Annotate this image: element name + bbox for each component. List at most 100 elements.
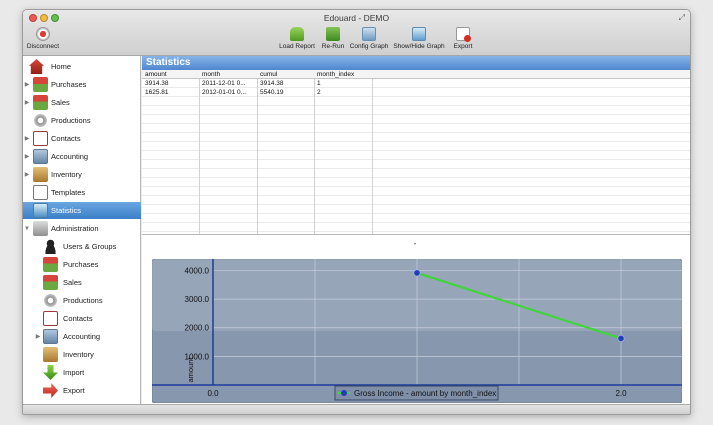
- disclosure-triangle-icon[interactable]: ▶: [24, 99, 30, 106]
- sidebar-item-purchases[interactable]: ▶ Purchases: [23, 76, 141, 93]
- sidebar-item-templates[interactable]: Templates: [23, 184, 141, 201]
- y-axis-label: amount: [186, 357, 195, 383]
- home-icon: [29, 59, 44, 74]
- disclosure-triangle-icon[interactable]: ▶: [24, 171, 30, 178]
- statistics-icon: [33, 203, 48, 218]
- split-view-handle[interactable]: •: [414, 242, 416, 248]
- sidebar-item-label: Productions: [51, 116, 91, 125]
- inventory-icon: [33, 167, 48, 182]
- sidebar-item-inventory[interactable]: ▶ Inventory: [23, 166, 141, 183]
- inventory-icon: [43, 347, 58, 362]
- show-hide-graph-button[interactable]: Show/Hide Graph: [393, 27, 445, 50]
- show-hide-graph-label: Show/Hide Graph: [393, 43, 445, 50]
- disconnect-button[interactable]: Disconnect: [25, 27, 61, 50]
- sidebar-item-label: Accounting: [63, 332, 101, 341]
- disclosure-triangle-icon[interactable]: ▶: [24, 135, 30, 142]
- table-cell: 2: [317, 89, 321, 96]
- sidebar-item-label: Users & Groups: [63, 242, 117, 251]
- sidebar-item-admin-accounting[interactable]: ▶ Accounting: [23, 328, 141, 345]
- sidebar-item-admin-inventory[interactable]: Inventory: [23, 346, 141, 363]
- sidebar-item-admin-purchases[interactable]: Purchases: [23, 256, 141, 273]
- load-report-button[interactable]: Load Report: [277, 27, 317, 50]
- sidebar-item-admin-sales[interactable]: Sales: [23, 274, 141, 291]
- data-point: [413, 269, 421, 277]
- sidebar-item-admin-contacts[interactable]: Contacts: [23, 310, 141, 327]
- android-icon: [290, 27, 304, 41]
- sidebar-item-label: Contacts: [51, 134, 81, 143]
- line-chart: 1000.0 2000.0 3000.0 4000.0 0.0 2.0 amount Gros…: [152, 259, 682, 403]
- sidebar-item-accounting[interactable]: ▶ Accounting: [23, 148, 141, 165]
- graph-icon: [412, 27, 426, 41]
- rerun-button[interactable]: Re-Run: [319, 27, 347, 50]
- disconnect-icon: [36, 27, 50, 41]
- column-header-amount[interactable]: amount: [145, 71, 197, 78]
- users-icon: [43, 239, 58, 254]
- export-label: Export: [453, 43, 473, 50]
- sidebar-item-label: Import: [63, 368, 85, 377]
- sidebar-item-productions[interactable]: Productions: [23, 112, 141, 129]
- y-tick-label: 2000.0: [185, 324, 210, 333]
- sidebar-item-users-groups[interactable]: Users & Groups: [23, 238, 141, 255]
- sidebar-item-label: Purchases: [63, 260, 99, 269]
- sidebar-item-label: Statistics: [51, 206, 82, 215]
- export-document-icon: [456, 27, 471, 42]
- gear-icon: [326, 27, 340, 41]
- table-cell: 2012-01-01 0...: [202, 89, 247, 96]
- sidebar-item-label: Templates: [51, 188, 86, 197]
- x-tick-label: 0.0: [207, 389, 219, 398]
- sidebar-item-label: Productions: [63, 296, 103, 305]
- sidebar-item-sales[interactable]: ▶ Sales: [23, 94, 141, 111]
- sidebar-item-label: Purchases: [51, 80, 87, 89]
- sidebar-item-label: Sales: [63, 278, 82, 287]
- table-cell: 2011-12-01 0...: [202, 80, 246, 87]
- config-graph-label: Config Graph: [349, 43, 389, 50]
- sidebar-item-import[interactable]: Import: [23, 364, 141, 381]
- column-header-month[interactable]: month: [202, 71, 255, 78]
- sidebar-item-admin-productions[interactable]: Productions: [23, 292, 141, 309]
- sidebar-item-label: Inventory: [51, 170, 82, 179]
- sidebar-item-administration[interactable]: ▼ Administration: [23, 220, 141, 237]
- table-cell: 1625.81: [145, 89, 169, 96]
- productions-icon: [43, 293, 58, 308]
- fullscreen-icon[interactable]: ⤢: [679, 13, 685, 23]
- sidebar-item-home[interactable]: Home: [23, 58, 141, 75]
- results-table[interactable]: amount month cumul month_index 3914.38 2…: [142, 70, 690, 235]
- column-header-cumul[interactable]: cumul: [260, 71, 312, 78]
- sales-icon: [33, 95, 48, 110]
- disclosure-triangle-icon[interactable]: ▶: [35, 333, 41, 340]
- productions-icon: [33, 113, 48, 128]
- export-icon: [43, 383, 58, 398]
- purchases-icon: [33, 77, 48, 92]
- accounting-icon: [43, 329, 58, 344]
- accounting-icon: [33, 149, 48, 164]
- table-row[interactable]: 3914.38 2011-12-01 0... 3914.38 1: [142, 79, 690, 88]
- data-point: [617, 334, 625, 343]
- disconnect-label: Disconnect: [26, 43, 60, 50]
- disclosure-triangle-expanded-icon[interactable]: ▼: [24, 226, 30, 232]
- sidebar-item-contacts[interactable]: ▶ Contacts: [23, 130, 141, 147]
- sidebar-item-label: Accounting: [51, 152, 89, 161]
- status-bar: [23, 404, 690, 414]
- table-header-row: amount month cumul month_index: [142, 70, 690, 79]
- column-header-month-index[interactable]: month_index: [317, 71, 370, 78]
- disclosure-triangle-icon[interactable]: ▶: [24, 81, 30, 88]
- export-button[interactable]: Export: [451, 27, 475, 50]
- x-tick-label: 2.0: [615, 389, 627, 398]
- rerun-label: Re-Run: [321, 43, 345, 50]
- config-graph-button[interactable]: Config Graph: [349, 27, 389, 50]
- sidebar-item-label: Home: [51, 62, 72, 71]
- chart-canvas: 1000.02000.03000.04000.00.0 2.0amountGros…: [152, 259, 682, 403]
- window-title: Edouard - DEMO: [323, 13, 390, 23]
- sidebar-item-label: Inventory: [63, 350, 94, 359]
- sidebar-item-label: Export: [63, 386, 85, 395]
- sidebar-item-statistics[interactable]: Statistics: [23, 202, 141, 219]
- sidebar-item-label: Sales: [51, 98, 70, 107]
- config-graph-icon: [362, 27, 376, 41]
- contacts-icon: [33, 131, 48, 146]
- table-row[interactable]: 1625.81 2012-01-01 0... 5540.19 2: [142, 88, 690, 97]
- templates-icon: [33, 185, 48, 200]
- sidebar-item-export[interactable]: Export: [23, 382, 141, 399]
- table-cell: 1: [317, 80, 321, 87]
- legend-label: Gross Income - amount by month_index: [354, 389, 496, 398]
- disclosure-triangle-icon[interactable]: ▶: [24, 153, 30, 160]
